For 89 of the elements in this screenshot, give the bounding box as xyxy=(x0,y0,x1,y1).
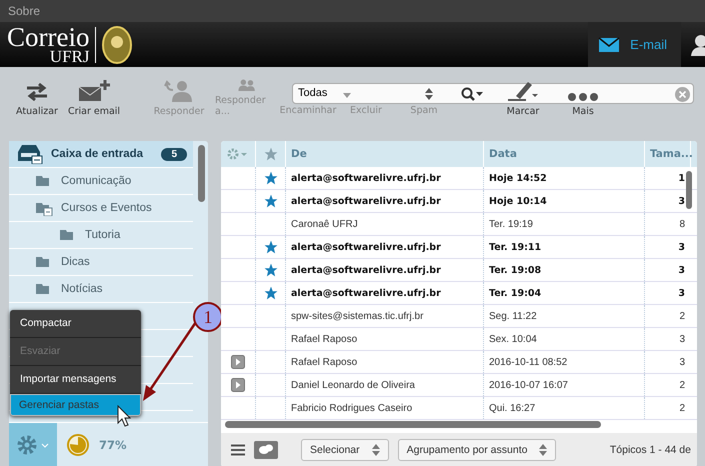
size-cell-text: 3 xyxy=(677,286,686,300)
date-cell: Hoje 14:52 xyxy=(484,167,645,189)
folder-settings-button[interactable] xyxy=(9,423,57,466)
toolbar-button[interactable]: Atualizar xyxy=(12,79,62,117)
size-cell-text: 3 xyxy=(678,356,686,370)
size-cell-text: 3 xyxy=(678,332,686,346)
about-link[interactable]: Sobre xyxy=(8,4,40,18)
sender-cell: alerta@softwarelivre.ufrj.br xyxy=(286,236,484,258)
sender-cell: spw-sites@sistemas.tic.ufrj.br xyxy=(286,305,484,327)
scrollbar-thumb[interactable] xyxy=(686,171,692,209)
folder-item[interactable]: Caixa de entrada 5 xyxy=(9,141,193,168)
date-cell: Seg. 11:22 xyxy=(484,305,645,327)
crest-icon xyxy=(102,26,132,64)
logo-subtitle: UFRJ xyxy=(50,49,90,64)
sender-cell: Daniel Leonardo de Oliveira xyxy=(286,374,484,396)
compose-icon xyxy=(78,80,110,102)
sender-cell: alerta@softwarelivre.ufrj.br xyxy=(286,282,484,304)
search-field[interactable]: Todas xyxy=(292,83,694,104)
refresh-icon xyxy=(25,82,49,102)
star-icon[interactable] xyxy=(264,263,278,277)
caret-icon xyxy=(343,93,351,98)
more-dots-icon xyxy=(567,92,599,102)
select-dropdown[interactable]: Selecionar xyxy=(301,439,389,461)
date-cell: Hoje 10:14 xyxy=(484,190,645,212)
quota-reading: 77% xyxy=(99,438,127,452)
date-cell: Ter. 19:19 xyxy=(484,213,645,235)
mail-icon xyxy=(598,36,620,52)
star-icon[interactable] xyxy=(264,147,278,161)
folder-item[interactable]: Tutoria xyxy=(9,222,193,249)
column-header[interactable]: Tama... xyxy=(645,141,691,167)
size-cell-text: 3 xyxy=(677,264,686,278)
menu-item[interactable]: Gerenciar pastas xyxy=(10,394,141,416)
sender-cell: alerta@softwarelivre.ufrj.br xyxy=(286,190,484,212)
expand-thread-icon[interactable] xyxy=(231,378,245,392)
star-icon[interactable] xyxy=(264,171,278,185)
toolbar-button[interactable]: Criar email xyxy=(64,79,124,117)
sender-cell: alerta@softwarelivre.ufrj.br xyxy=(286,259,484,281)
size-cell-text: 3 xyxy=(677,240,686,254)
spinner-arrows-icon xyxy=(539,444,548,456)
date-cell: Ter. 19:04 xyxy=(484,282,645,304)
date-cell: Qui. 16:27 xyxy=(484,397,645,419)
message-count: Tópicos 1 - 44 de xyxy=(610,444,692,456)
folder-item[interactable]: Cursos e Eventos xyxy=(9,195,193,222)
size-cell-text: 8 xyxy=(678,218,686,232)
size-cell-text: 3 xyxy=(677,194,686,208)
menu-item[interactable]: Compactar xyxy=(10,310,141,338)
unread-count-badge: 5 xyxy=(161,148,187,160)
settings-icon xyxy=(16,435,50,455)
sender-cell: alerta@softwarelivre.ufrj.br xyxy=(286,167,484,189)
size-cell-text: 2 xyxy=(678,310,686,324)
logo-title: Correio xyxy=(7,24,90,49)
sender-cell: Rafael Raposo xyxy=(286,328,484,350)
size-cell-text: 2 xyxy=(678,402,686,416)
marker-pen-icon xyxy=(506,80,540,102)
nav-tab[interactable]: E-mail xyxy=(588,22,681,67)
reply-person-icon xyxy=(164,80,194,102)
scrollbar-thumb[interactable] xyxy=(225,421,601,428)
date-cell: Sex. 10:04 xyxy=(484,328,645,350)
scrollbar-thumb[interactable] xyxy=(198,145,205,202)
person-icon xyxy=(691,34,705,56)
column-header[interactable]: Data xyxy=(484,141,645,167)
search-icon[interactable] xyxy=(461,87,483,101)
folder-item[interactable]: Notícias xyxy=(9,276,193,303)
folder-item[interactable]: Comunicação xyxy=(9,168,193,195)
star-icon[interactable] xyxy=(264,194,278,208)
spinner-arrows-icon xyxy=(372,444,380,456)
quota-pie-icon xyxy=(67,434,89,456)
clear-icon[interactable] xyxy=(675,86,690,102)
column-header[interactable]: De xyxy=(286,141,484,167)
inbox-icon[interactable] xyxy=(17,144,43,164)
list-view-icon[interactable] xyxy=(231,444,245,456)
star-icon[interactable] xyxy=(264,286,278,300)
grouping-dropdown[interactable]: Agrupamento por assunto xyxy=(398,439,556,461)
thread-view-icon[interactable] xyxy=(254,441,278,459)
sender-cell: Rafael Raposo xyxy=(286,351,484,373)
folder-item[interactable]: Dicas xyxy=(9,249,193,276)
star-icon[interactable] xyxy=(264,240,278,254)
scope-select[interactable]: Todas xyxy=(298,87,328,99)
expand-thread-icon[interactable] xyxy=(231,355,245,369)
spinner-arrows-icon xyxy=(425,88,433,100)
folder-icon[interactable] xyxy=(35,200,53,216)
date-cell: Ter. 19:08 xyxy=(484,259,645,281)
date-cell: 2016-10-07 16:07 xyxy=(484,374,645,396)
size-cell-text: 2 xyxy=(678,378,686,392)
sender-cell: Caronaê UFRJ xyxy=(286,213,484,235)
date-cell: Ter. 19:11 xyxy=(484,236,645,258)
size-cell-text: 1 xyxy=(677,172,686,186)
date-cell: 2016-10-11 08:52 xyxy=(484,351,645,373)
sender-cell: Fabricio Rodrigues Caseiro xyxy=(286,397,484,419)
